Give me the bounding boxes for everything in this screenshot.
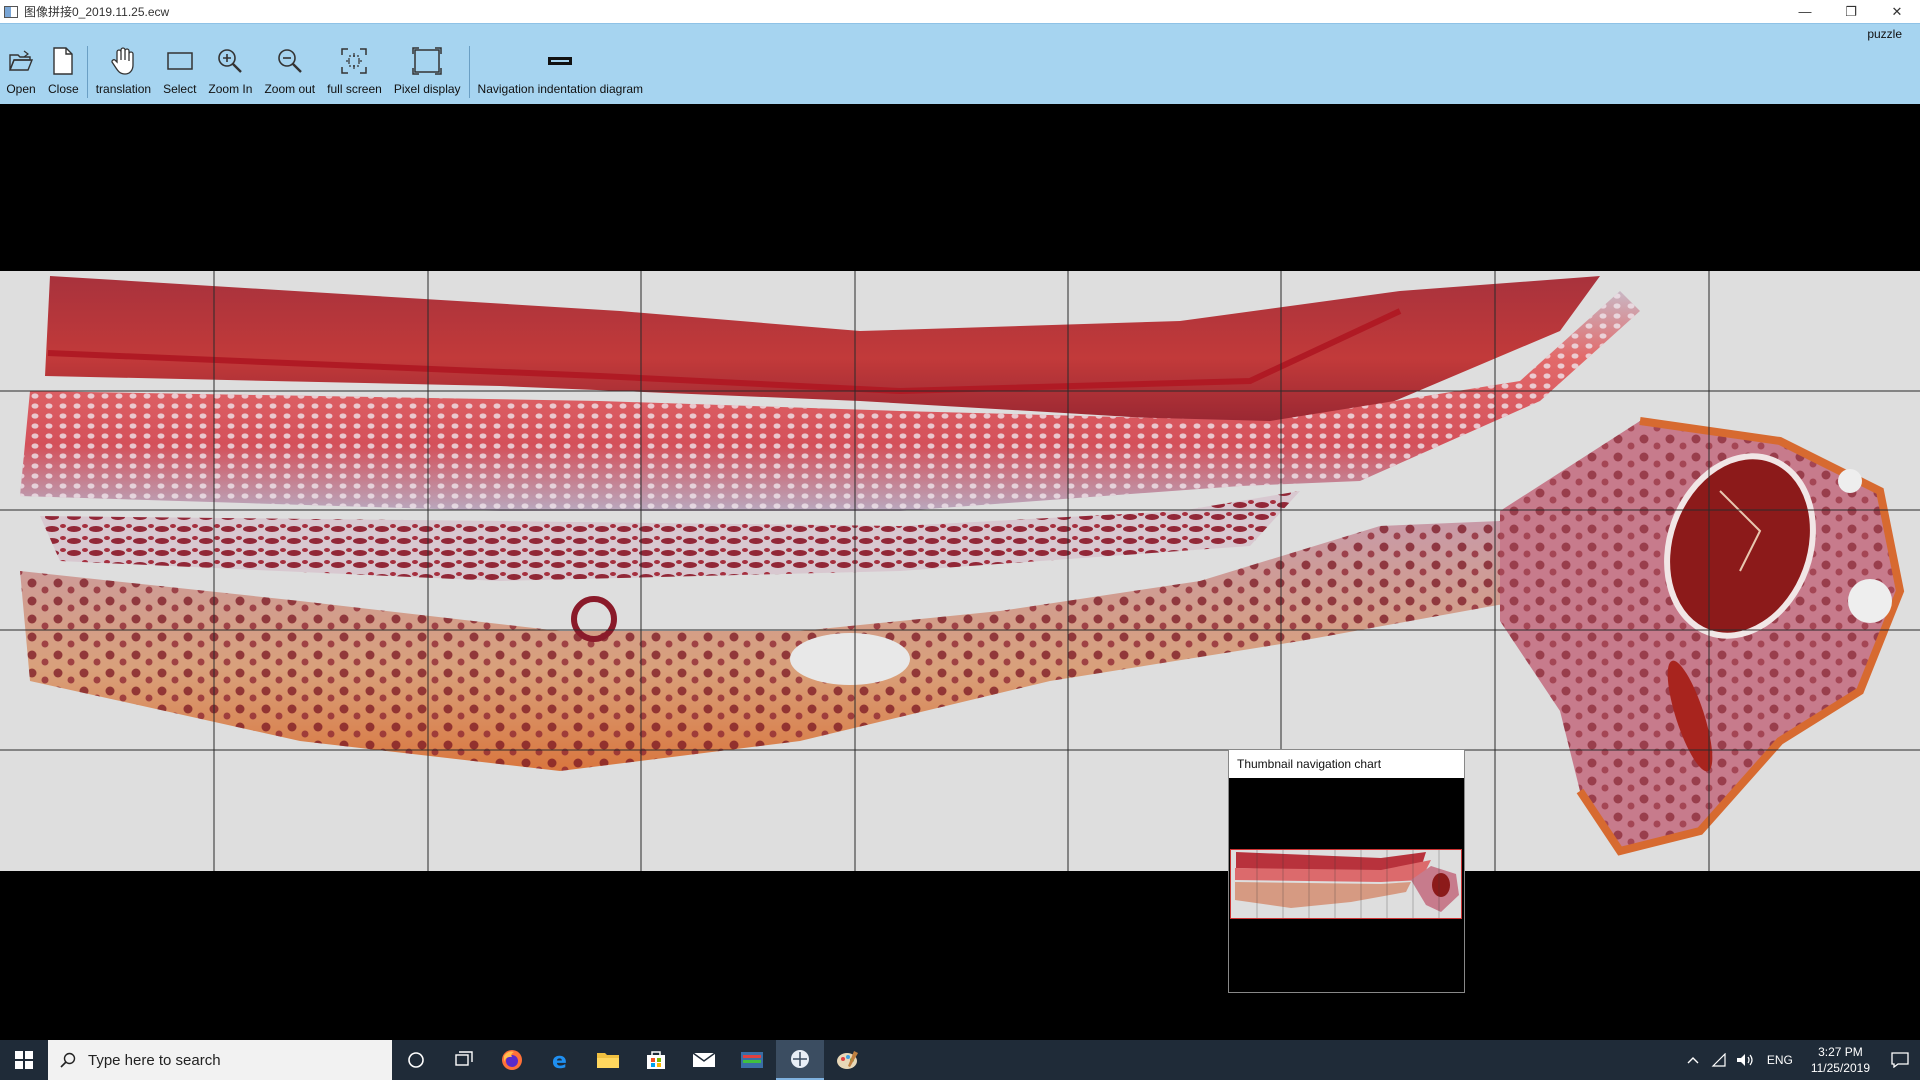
tissue-section-image (0, 271, 1920, 871)
translation-button[interactable]: translation (90, 46, 157, 102)
pixel-display-icon (412, 46, 442, 76)
stitched-image[interactable] (0, 271, 1920, 871)
zoom-in-button[interactable]: Zoom In (202, 46, 258, 102)
thumbnail-navigation-panel[interactable]: Thumbnail navigation chart (1228, 749, 1465, 993)
file-explorer-icon (597, 1053, 619, 1068)
task-view-button[interactable] (440, 1040, 488, 1080)
image-viewer-button[interactable] (776, 1040, 824, 1080)
zoom-in-label: Zoom In (208, 82, 253, 96)
minimize-button[interactable]: — (1782, 0, 1828, 23)
cortana-button[interactable] (392, 1040, 440, 1080)
windows-icon (15, 1051, 33, 1069)
edge-icon: e (552, 1049, 567, 1072)
hand-icon (108, 46, 138, 76)
thumbnail-viewport-indicator[interactable] (1230, 849, 1462, 919)
open-label: Open (6, 82, 36, 96)
search-box[interactable]: Type here to search (48, 1040, 392, 1080)
ribbon: puzzle Open Close translation Select Zoo… (0, 23, 1920, 104)
file-explorer-button[interactable] (584, 1040, 632, 1080)
search-placeholder: Type here to search (88, 1051, 221, 1069)
window-controls: — ❐ ✕ (1782, 0, 1920, 23)
zoom-out-button[interactable]: Zoom out (258, 46, 321, 102)
language-indicator[interactable]: ENG (1767, 1053, 1793, 1067)
network-icon[interactable] (1707, 1040, 1731, 1080)
navigation-diagram-button[interactable]: Navigation indentation diagram (472, 46, 649, 102)
media-app-button[interactable] (728, 1040, 776, 1080)
select-button[interactable]: Select (157, 46, 202, 102)
start-button[interactable] (0, 1040, 48, 1080)
store-icon (647, 1051, 665, 1069)
zoom-in-icon (215, 46, 245, 76)
clock-date: 11/25/2019 (1810, 1061, 1870, 1075)
open-folder-icon (6, 46, 36, 76)
document-icon (48, 46, 78, 76)
svg-text:e: e (552, 1049, 567, 1072)
system-tray: ENG 3:27 PM 11/25/2019 (1679, 1040, 1920, 1080)
firefox-button[interactable] (488, 1040, 536, 1080)
paint-icon (837, 1051, 858, 1069)
chevron-up-icon[interactable] (1679, 1040, 1707, 1080)
cortana-icon (408, 1052, 424, 1068)
pixel-display-label: Pixel display (393, 82, 461, 96)
volume-icon[interactable] (1731, 1040, 1759, 1080)
toolbar-separator (86, 46, 88, 98)
full-screen-button[interactable]: full screen (321, 46, 388, 102)
zoom-out-icon (275, 46, 305, 76)
thumbnail-title: Thumbnail navigation chart (1229, 750, 1464, 778)
paint-button[interactable] (824, 1040, 872, 1080)
restore-button[interactable]: ❐ (1828, 0, 1874, 23)
media-app-icon (741, 1052, 763, 1068)
clock[interactable]: 3:27 PM 11/25/2019 (1811, 1044, 1870, 1076)
store-button[interactable] (632, 1040, 680, 1080)
zoom-out-label: Zoom out (264, 82, 316, 96)
thumbnail-image (1231, 850, 1461, 918)
mail-icon (692, 1052, 716, 1067)
navigation-icon (545, 46, 575, 76)
window-title: 图像拼接0_2019.11.25.ecw (24, 5, 170, 19)
image-viewer-icon (791, 1050, 809, 1068)
app-icon (4, 5, 18, 18)
close-label: Close (48, 82, 79, 96)
firefox-icon (502, 1050, 522, 1070)
open-button[interactable]: Open (0, 46, 42, 102)
mail-button[interactable] (680, 1040, 728, 1080)
rectangle-select-icon (165, 46, 195, 76)
search-icon (48, 1052, 88, 1068)
full-screen-label: full screen (327, 82, 382, 96)
clock-time: 3:27 PM (1818, 1045, 1863, 1059)
navigation-label: Navigation indentation diagram (477, 82, 643, 96)
toolbar: Open Close translation Select Zoom In Zo… (0, 46, 649, 102)
taskbar: Type here to search e ENG 3:27 PM 11/25/… (0, 1040, 1920, 1080)
translation-label: translation (95, 82, 152, 96)
title-bar: 图像拼接0_2019.11.25.ecw — ❐ ✕ (0, 0, 1920, 23)
edge-button[interactable]: e (536, 1040, 584, 1080)
toolbar-separator (468, 46, 470, 98)
ribbon-tab-puzzle[interactable]: puzzle (1867, 27, 1902, 41)
image-viewport[interactable]: Thumbnail navigation chart (0, 104, 1920, 1040)
full-screen-icon (339, 46, 369, 76)
task-view-icon (455, 1051, 473, 1066)
close-button[interactable]: Close (42, 46, 85, 102)
pixel-display-button[interactable]: Pixel display (388, 46, 467, 102)
select-label: Select (163, 82, 197, 96)
notifications-icon[interactable] (1880, 1040, 1920, 1080)
close-window-button[interactable]: ✕ (1874, 0, 1920, 23)
